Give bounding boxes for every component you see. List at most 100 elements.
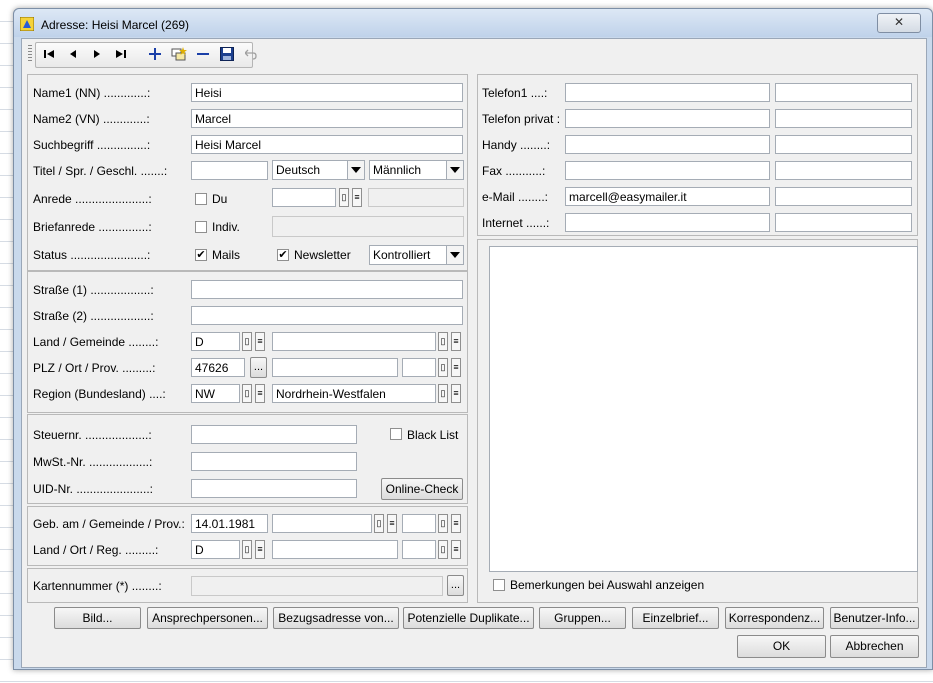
save-button[interactable] xyxy=(216,44,238,64)
remove-button[interactable] xyxy=(192,44,214,64)
user-info-button[interactable]: Benutzer-Info... xyxy=(830,607,919,629)
phone1-input[interactable] xyxy=(565,83,770,102)
title-input[interactable] xyxy=(191,161,268,180)
list-icon[interactable]: ≡ xyxy=(352,188,362,207)
contact-persons-button[interactable]: Ansprechpersonen... xyxy=(147,607,268,629)
birth-date-input[interactable]: 14.01.1981 xyxy=(191,514,268,533)
list-icon[interactable]: ≡ xyxy=(451,332,461,351)
mobile-label: Handy ........: xyxy=(482,138,551,152)
internet-input[interactable] xyxy=(565,213,770,232)
picture-button[interactable]: Bild... xyxy=(54,607,141,629)
email-input[interactable]: marcell@easymailer.it xyxy=(565,187,770,206)
street2-label: Straße (2) ..................: xyxy=(33,309,154,323)
country-input[interactable]: D xyxy=(191,332,240,351)
salutation-input[interactable] xyxy=(272,188,336,207)
du-checkbox[interactable] xyxy=(195,193,207,205)
email-label: e-Mail ........: xyxy=(482,190,549,204)
copy-record-button[interactable] xyxy=(168,44,190,64)
indiv-checkbox[interactable] xyxy=(195,221,207,233)
list-icon[interactable]: ≡ xyxy=(255,384,265,403)
lookup-icon[interactable]: ▯ xyxy=(438,332,448,351)
online-check-button[interactable]: Online-Check xyxy=(381,478,463,500)
lookup-icon[interactable]: ▯ xyxy=(242,540,252,559)
last-record-icon xyxy=(116,50,126,58)
prev-record-icon xyxy=(70,50,76,58)
municipality-input[interactable] xyxy=(272,332,436,351)
undo-icon xyxy=(245,49,257,60)
uid-number-input[interactable] xyxy=(191,479,357,498)
mobile-input[interactable] xyxy=(565,135,770,154)
vat-number-input[interactable] xyxy=(191,452,357,471)
lookup-icon[interactable]: ▯ xyxy=(438,514,448,533)
add-button[interactable] xyxy=(144,44,166,64)
newsletter-checkbox[interactable]: ✔ xyxy=(277,249,289,261)
close-button[interactable]: ✕ xyxy=(877,13,921,33)
lookup-icon[interactable]: ▯ xyxy=(438,384,448,403)
birth-province-input[interactable] xyxy=(402,514,436,533)
card-number-input xyxy=(191,576,443,596)
cancel-button[interactable]: Abbrechen xyxy=(830,635,919,658)
remarks-textarea[interactable] xyxy=(489,246,918,572)
region-code-input[interactable]: NW xyxy=(191,384,240,403)
phone1-note-input[interactable] xyxy=(775,83,912,102)
tax-number-input[interactable] xyxy=(191,425,357,444)
lookup-icon[interactable]: ▯ xyxy=(339,188,349,207)
blacklist-checkbox[interactable] xyxy=(390,428,402,440)
undo-button[interactable] xyxy=(240,44,262,64)
birth-municipality-input[interactable] xyxy=(272,514,372,533)
lookup-icon[interactable]: ▯ xyxy=(374,514,384,533)
next-record-button[interactable] xyxy=(86,44,108,64)
list-icon[interactable]: ≡ xyxy=(387,514,397,533)
salutation-label: Anrede ......................: xyxy=(33,192,152,206)
card-lookup-button[interactable]: ... xyxy=(447,575,464,596)
potential-duplicates-button[interactable]: Potenzielle Duplikate... xyxy=(403,607,534,629)
lookup-icon[interactable]: ▯ xyxy=(438,540,448,559)
list-icon[interactable]: ≡ xyxy=(451,540,461,559)
lookup-icon[interactable]: ▯ xyxy=(242,332,252,351)
single-letter-button[interactable]: Einzelbrief... xyxy=(632,607,719,629)
list-icon[interactable]: ≡ xyxy=(451,358,461,377)
zip-city-prov-label: PLZ / Ort / Prov. .........: xyxy=(33,361,156,375)
mails-checkbox[interactable]: ✔ xyxy=(195,249,207,261)
first-record-button[interactable] xyxy=(38,44,60,64)
list-icon[interactable]: ≡ xyxy=(255,540,265,559)
list-icon[interactable]: ≡ xyxy=(451,384,461,403)
fax-note-input[interactable] xyxy=(775,161,912,180)
fax-input[interactable] xyxy=(565,161,770,180)
birth-city-input[interactable] xyxy=(272,540,398,559)
name1-input[interactable]: Heisi xyxy=(191,83,463,102)
city-input[interactable] xyxy=(272,358,398,377)
indiv-label: Indiv. xyxy=(212,220,240,234)
birth-region-input[interactable] xyxy=(402,540,436,559)
street2-input[interactable] xyxy=(191,306,463,325)
lookup-icon[interactable]: ▯ xyxy=(438,358,448,377)
name2-input[interactable]: Marcel xyxy=(191,109,463,128)
birth-country-input[interactable]: D xyxy=(191,540,240,559)
prev-record-button[interactable] xyxy=(62,44,84,64)
toolbar-grip[interactable] xyxy=(28,45,32,63)
street1-input[interactable] xyxy=(191,280,463,299)
groups-button[interactable]: Gruppen... xyxy=(539,607,626,629)
last-record-button[interactable] xyxy=(110,44,132,64)
title-bar[interactable]: Adresse: Heisi Marcel (269) ✕ xyxy=(14,9,932,37)
reference-address-button[interactable]: Bezugsadresse von... xyxy=(273,607,399,629)
mobile-note-input[interactable] xyxy=(775,135,912,154)
phone-private-input[interactable] xyxy=(565,109,770,128)
correspondence-button[interactable]: Korrespondenz... xyxy=(725,607,824,629)
zip-input[interactable]: 47626 xyxy=(191,358,245,377)
internet-note-input[interactable] xyxy=(775,213,912,232)
language-select[interactable]: Deutsch xyxy=(272,160,365,180)
list-icon[interactable]: ≡ xyxy=(451,514,461,533)
list-icon[interactable]: ≡ xyxy=(255,332,265,351)
show-remarks-checkbox[interactable] xyxy=(493,579,505,591)
lookup-icon[interactable]: ▯ xyxy=(242,384,252,403)
region-name-input[interactable]: Nordrhein-Westfalen xyxy=(272,384,436,403)
gender-select[interactable]: Männlich xyxy=(369,160,464,180)
phone-private-note-input[interactable] xyxy=(775,109,912,128)
status-select[interactable]: Kontrolliert xyxy=(369,245,464,265)
zip-lookup-button[interactable]: ... xyxy=(250,357,267,378)
ok-button[interactable]: OK xyxy=(737,635,826,658)
province-input[interactable] xyxy=(402,358,436,377)
search-term-input[interactable]: Heisi Marcel xyxy=(191,135,463,154)
email-note-input[interactable] xyxy=(775,187,912,206)
